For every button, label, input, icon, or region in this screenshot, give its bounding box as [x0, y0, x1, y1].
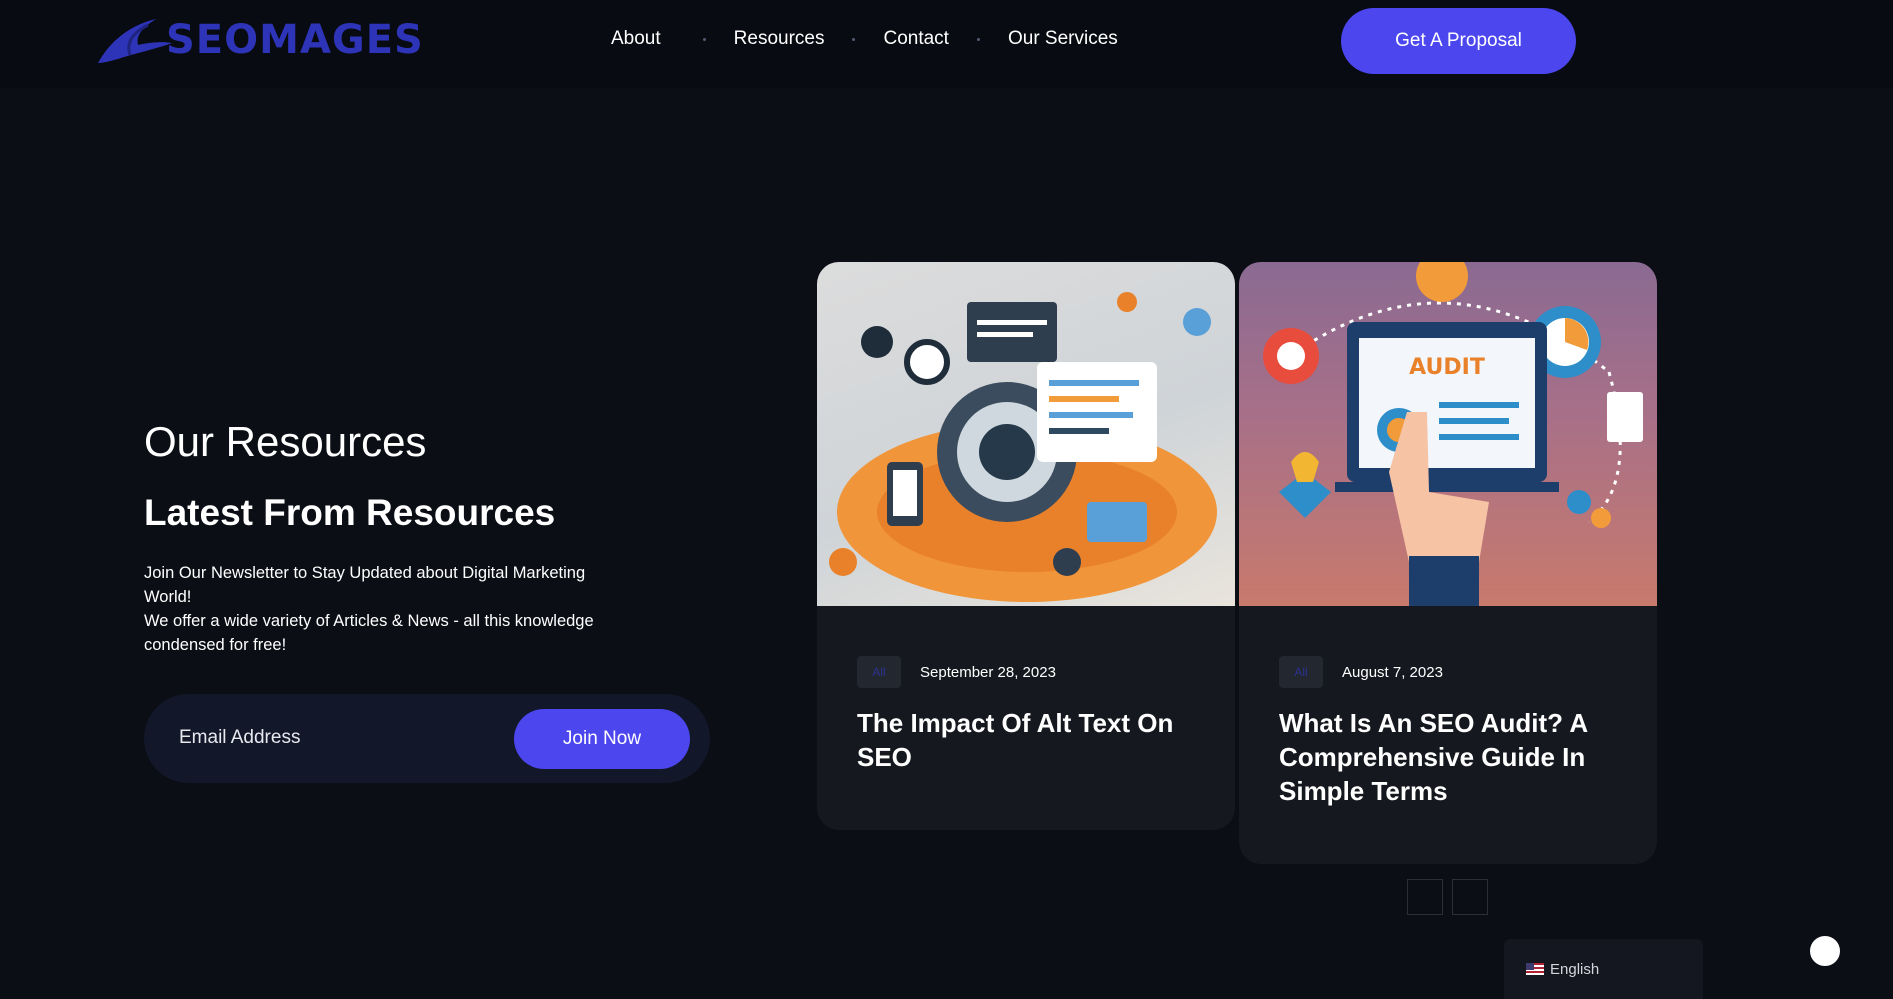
nav-our-services[interactable]: Our Services: [1008, 28, 1118, 50]
category-tag[interactable]: All: [857, 656, 901, 688]
logo[interactable]: SEOMAGES: [96, 14, 424, 66]
audit-image-text: AUDIT: [1409, 355, 1485, 380]
section-subtitle: Our Resources: [144, 418, 427, 465]
nav-separator: [702, 37, 706, 41]
description-line-1: Join Our Newsletter to Stay Updated abou…: [144, 564, 586, 606]
us-flag-icon: [1526, 963, 1544, 975]
get-proposal-button[interactable]: Get A Proposal: [1341, 8, 1576, 74]
category-tag[interactable]: All: [1279, 656, 1323, 688]
main-nav: About Resources Contact Our Services: [611, 28, 1118, 50]
post-date: September 28, 2023: [920, 663, 1056, 681]
card-meta: All September 28, 2023: [857, 656, 1205, 688]
logo-text: SEOMAGES: [166, 17, 424, 63]
nav-about[interactable]: About: [611, 28, 661, 50]
language-label: English: [1550, 960, 1600, 978]
nav-separator: [976, 37, 980, 41]
card-meta: All August 7, 2023: [1279, 656, 1627, 688]
join-now-button[interactable]: Join Now: [514, 709, 690, 769]
slider-next-button[interactable]: [1452, 879, 1488, 915]
post-date: August 7, 2023: [1342, 663, 1443, 681]
nav-contact[interactable]: Contact: [883, 28, 948, 50]
section-description: Join Our Newsletter to Stay Updated abou…: [144, 561, 634, 657]
resource-card[interactable]: AUDIT All August 7, 2023 What Is An SEO …: [1239, 262, 1657, 864]
card-body: All September 28, 2023 The Impact Of Alt…: [857, 656, 1205, 774]
email-input[interactable]: [179, 716, 499, 760]
slider-prev-button[interactable]: [1407, 879, 1443, 915]
description-line-2: We offer a wide variety of Articles & Ne…: [144, 612, 594, 654]
nav-resources[interactable]: Resources: [734, 28, 825, 50]
scroll-to-top-button[interactable]: [1808, 934, 1842, 968]
newsletter-form: Join Now: [144, 694, 710, 783]
card-title[interactable]: The Impact Of Alt Text On SEO: [857, 706, 1205, 774]
card-image-alt-text: [817, 262, 1235, 606]
seo-illustration-icon: [829, 292, 1217, 602]
section-title: Latest From Resources: [144, 492, 556, 533]
audit-illustration-icon: AUDIT: [1263, 262, 1643, 606]
resource-card[interactable]: All September 28, 2023 The Impact Of Alt…: [817, 262, 1235, 830]
language-switcher[interactable]: English: [1504, 939, 1703, 999]
card-image-seo-audit: AUDIT: [1239, 262, 1657, 606]
card-title[interactable]: What Is An SEO Audit? A Comprehensive Gu…: [1279, 706, 1627, 808]
logo-swoosh-icon: [98, 19, 172, 63]
nav-separator: [852, 37, 856, 41]
site-header: SEOMAGES About Resources Contact Our Ser…: [0, 0, 1893, 88]
card-body: All August 7, 2023 What Is An SEO Audit?…: [1279, 656, 1627, 808]
